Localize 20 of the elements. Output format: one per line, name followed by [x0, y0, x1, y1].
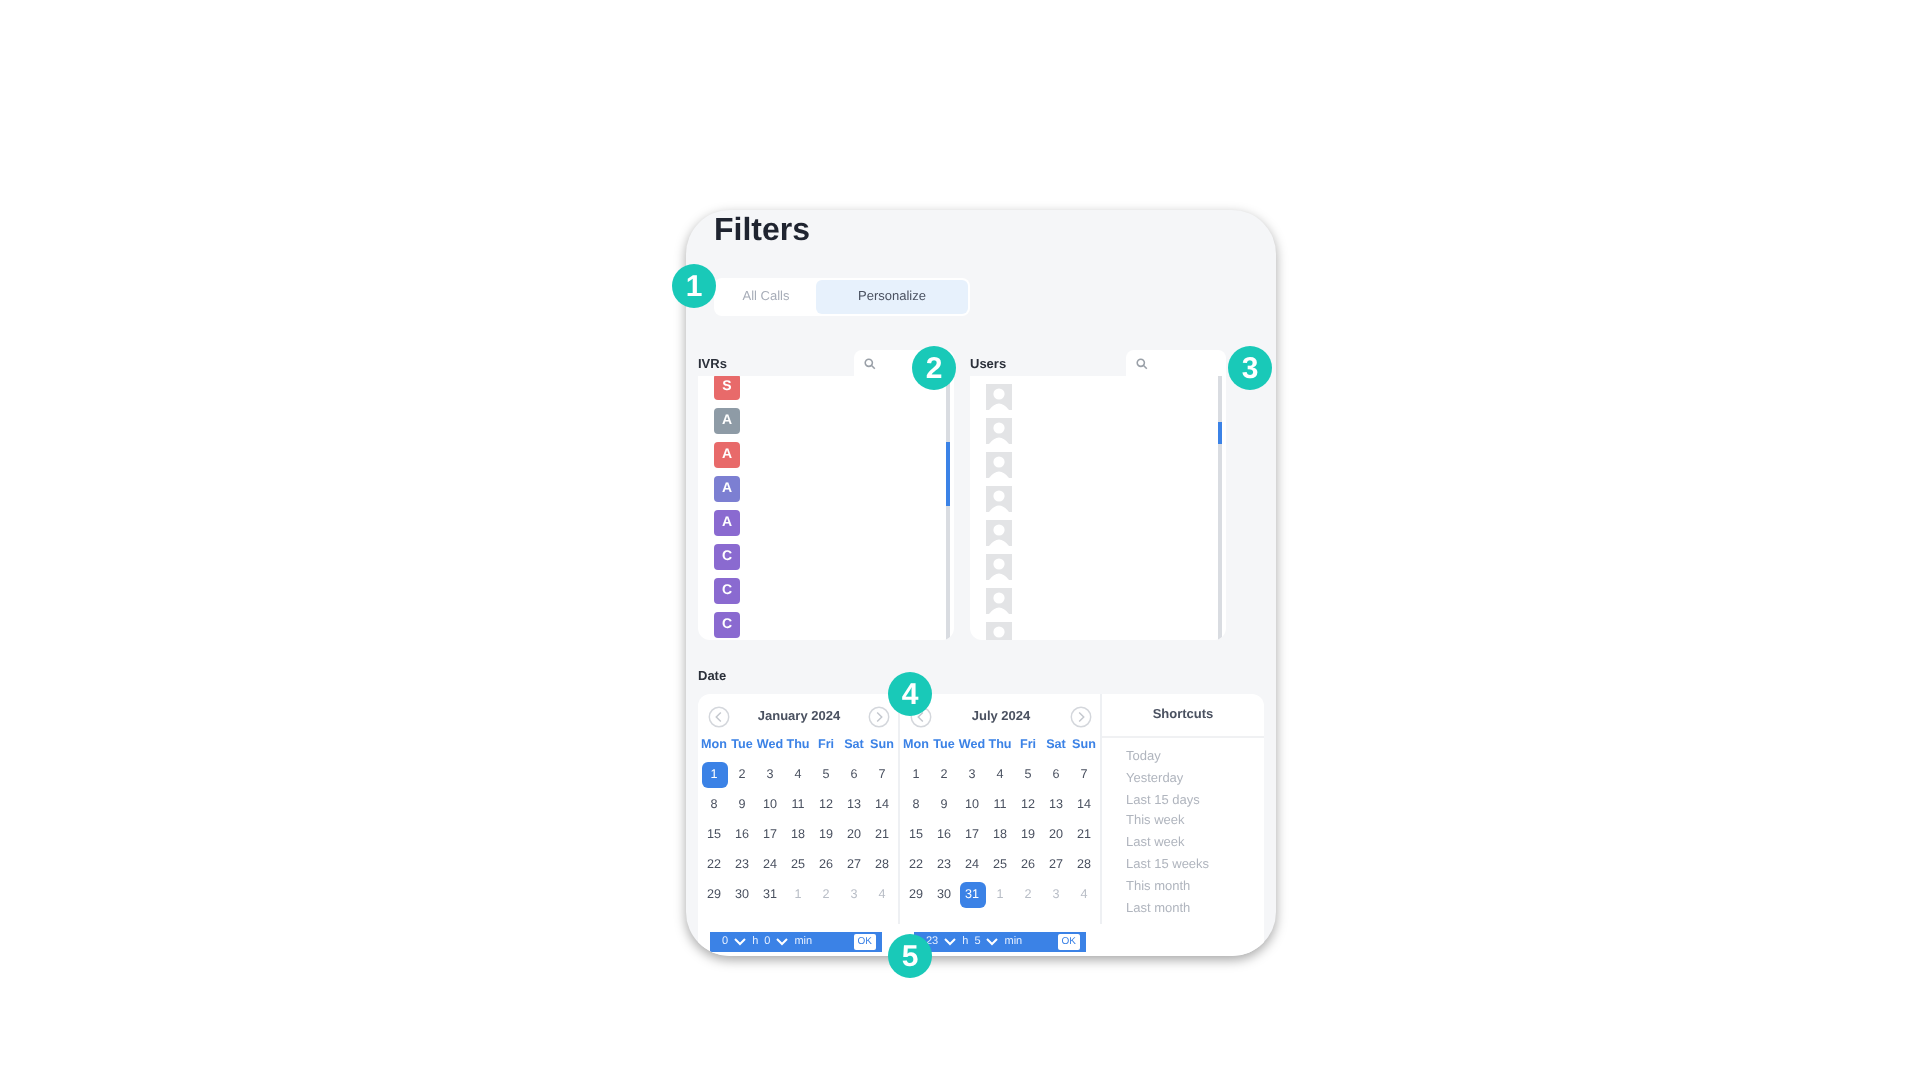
avatar-icon [986, 520, 1012, 546]
step-marker: 1 [672, 264, 716, 308]
next-icon[interactable] [867, 705, 890, 727]
previous-icon[interactable] [910, 705, 932, 727]
previous-icon[interactable] [708, 705, 730, 727]
search-icon [1136, 357, 1148, 369]
chevron-icon[interactable] [944, 938, 957, 947]
avatar-icon [986, 384, 1012, 410]
avatar-icon [986, 452, 1012, 478]
avatar-icon [986, 554, 1012, 580]
search-field[interactable] [1126, 350, 1226, 376]
page-title: Filters [712, 214, 813, 250]
avatar-icon [986, 418, 1012, 444]
chevron-icon[interactable] [986, 938, 999, 947]
chevron-icon[interactable] [734, 938, 747, 947]
avatar-icon [986, 486, 1012, 512]
next-icon[interactable] [1070, 705, 1092, 727]
avatar-icon [986, 588, 1012, 614]
search-icon [864, 357, 876, 369]
chevron-icon[interactable] [776, 938, 789, 947]
